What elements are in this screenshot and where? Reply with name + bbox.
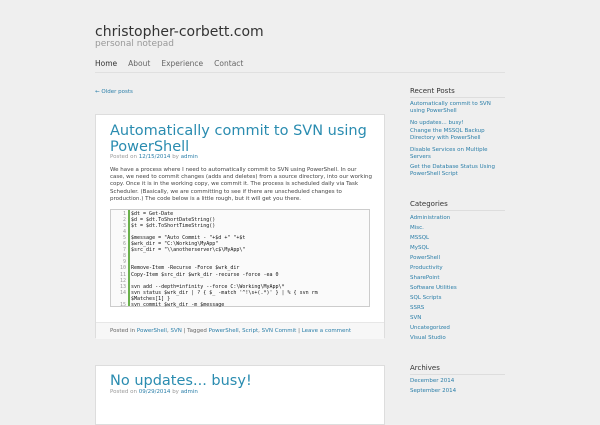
post-title[interactable]: No updates... busy!: [110, 373, 252, 389]
tag-link[interactable]: Script: [242, 328, 258, 334]
author-link[interactable]: admin: [181, 389, 198, 395]
nav-home[interactable]: Home: [95, 59, 117, 68]
recent-post-link[interactable]: Disable Services on Multiple Servers: [410, 147, 502, 160]
widget-divider: [410, 97, 505, 98]
leave-comment-link[interactable]: Leave a comment: [302, 328, 351, 334]
line-number: 15: [119, 301, 126, 308]
archive-link[interactable]: September 2014: [410, 388, 502, 395]
tag-link[interactable]: PowerShell: [209, 328, 239, 334]
recent-post-link[interactable]: Get the Database Status Using PowerShell…: [410, 164, 502, 177]
archives-title: Archives: [410, 364, 440, 372]
by-label: by: [172, 154, 179, 160]
post-footer: Posted in PowerShell, SVN | Tagged Power…: [96, 322, 384, 339]
tagged-label: | Tagged: [183, 328, 207, 334]
category-link[interactable]: Productivity: [410, 265, 502, 272]
category-link[interactable]: PowerShell: [137, 328, 167, 334]
category-link[interactable]: Visual Studio: [410, 335, 502, 342]
recent-post-link[interactable]: Automatically commit to SVN using PowerS…: [410, 101, 502, 114]
by-label: by: [172, 389, 179, 395]
category-link[interactable]: SVN: [410, 315, 502, 322]
category-link[interactable]: MSSQL: [410, 235, 502, 242]
nav-contact[interactable]: Contact: [214, 59, 243, 68]
category-link[interactable]: PowerShell: [410, 255, 502, 262]
posted-on-label: Posted on: [110, 389, 137, 395]
widget-divider: [410, 210, 505, 211]
post-card: No updates... busy! Posted on 09/29/2014…: [95, 365, 385, 425]
recent-post-link[interactable]: Change the MSSQL Backup Directory with P…: [410, 128, 502, 141]
archive-link[interactable]: December 2014: [410, 378, 502, 385]
category-link[interactable]: Misc.: [410, 225, 502, 232]
category-link[interactable]: MySQL: [410, 245, 502, 252]
post-title[interactable]: Automatically commit to SVN using PowerS…: [110, 123, 370, 155]
category-link[interactable]: Uncategorized: [410, 325, 502, 332]
category-link[interactable]: SharePoint: [410, 275, 502, 282]
category-link[interactable]: Software Utilities: [410, 285, 502, 292]
author-link[interactable]: admin: [181, 154, 198, 160]
category-link[interactable]: SQL Scripts: [410, 295, 502, 302]
widget-divider: [410, 374, 505, 375]
post-body: We have a process where I need to automa…: [110, 167, 372, 202]
recent-post-link[interactable]: No updates... busy!: [410, 120, 502, 127]
post-date-link[interactable]: 12/15/2014: [139, 154, 171, 160]
site-title[interactable]: christopher-corbett.com: [95, 24, 264, 40]
posted-on-label: Posted on: [110, 154, 137, 160]
category-link[interactable]: SVN: [170, 328, 181, 334]
categories-title: Categories: [410, 200, 448, 208]
category-link[interactable]: Administration: [410, 215, 502, 222]
post-card: Automatically commit to SVN using PowerS…: [95, 114, 385, 339]
posted-in-label: Posted in: [110, 328, 136, 334]
main-nav: Home About Experience Contact: [95, 59, 243, 68]
nav-experience[interactable]: Experience: [161, 59, 203, 68]
post-meta: Posted on 09/29/2014 by admin: [110, 389, 198, 395]
nav-about[interactable]: About: [128, 59, 150, 68]
category-link[interactable]: SSRS: [410, 305, 502, 312]
post-meta: Posted on 12/15/2014 by admin: [110, 154, 198, 160]
code-text: svn commit $wrk_dir -m $message: [131, 301, 225, 308]
site-description: personal notepad: [95, 39, 174, 49]
older-posts-link[interactable]: ← Older posts: [95, 89, 133, 95]
post-date-link[interactable]: 09/29/2014: [139, 389, 171, 395]
tag-link[interactable]: SVN Commit: [262, 328, 297, 334]
code-line: 15 svn commit $wrk_dir -m $message: [111, 302, 369, 309]
nav-divider: [95, 72, 505, 73]
recent-posts-title: Recent Posts: [410, 87, 455, 95]
code-block: 1 $dt = Get-Date 2 $d = $dt.ToShortDateStri…: [110, 209, 370, 309]
footer-sep: ,: [166, 328, 169, 334]
